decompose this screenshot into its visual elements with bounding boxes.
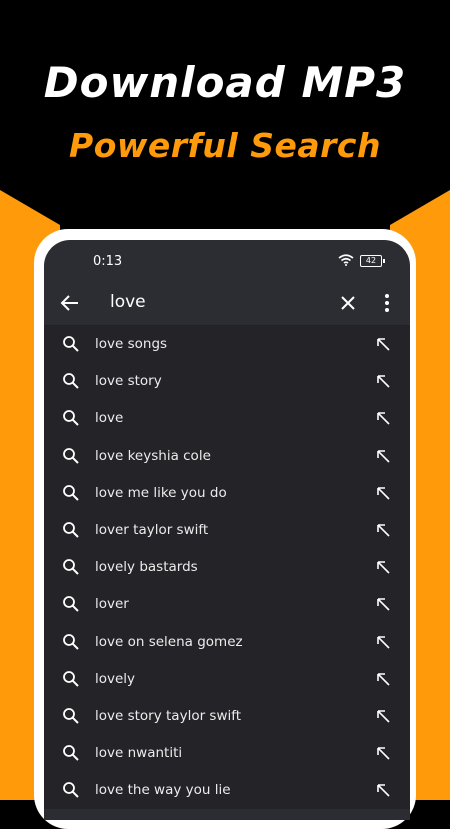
suggestion-item[interactable]: love: [44, 400, 410, 437]
search-icon: [63, 782, 79, 798]
search-icon: [63, 336, 79, 352]
suggestion-label: love the way you lie: [95, 782, 231, 799]
status-time: 0:13: [93, 254, 123, 269]
suggestion-item[interactable]: lovely bastards: [44, 549, 410, 586]
search-icon: [63, 559, 79, 575]
battery-level: 42: [365, 256, 377, 265]
fill-query-arrow-icon[interactable]: [376, 635, 390, 649]
fill-query-arrow-icon[interactable]: [376, 560, 390, 574]
suggestion-label: love songs: [95, 336, 168, 352]
suggestion-label: love me like you do: [95, 484, 227, 501]
more-options-icon[interactable]: [381, 292, 393, 314]
search-bar: love: [44, 282, 410, 326]
search-icon: [63, 410, 79, 427]
search-icon: [63, 447, 79, 464]
wifi-icon: [338, 254, 354, 266]
suggestion-item[interactable]: love keyshia cole: [44, 438, 410, 475]
suggestion-item[interactable]: lover: [44, 586, 410, 623]
suggestion-label: love keyshia cole: [95, 447, 211, 464]
search-icon: [63, 484, 79, 501]
fill-query-arrow-icon[interactable]: [376, 783, 390, 797]
headline-title: Download MP3: [43, 58, 407, 107]
fill-query-arrow-icon[interactable]: [376, 672, 390, 686]
suggestion-item[interactable]: love story taylor swift: [44, 698, 410, 735]
suggestion-label: love story: [95, 373, 162, 390]
search-icon: [63, 633, 79, 650]
fill-query-arrow-icon[interactable]: [376, 486, 390, 500]
suggestion-label: lovely: [95, 670, 136, 687]
suggestion-label: love on selena gomez: [95, 633, 243, 650]
fill-query-arrow-icon[interactable]: [376, 746, 390, 760]
suggestion-item[interactable]: love on selena gomez: [44, 624, 410, 661]
suggestion-item[interactable]: love me like you do: [44, 475, 410, 512]
fill-query-arrow-icon[interactable]: [376, 374, 390, 388]
search-icon: [63, 670, 79, 687]
fill-query-arrow-icon[interactable]: [376, 597, 390, 611]
suggestion-label: love: [95, 410, 124, 427]
suggestion-item[interactable]: love nwantiti: [44, 735, 410, 772]
back-arrow-icon[interactable]: [59, 292, 81, 314]
search-icon: [63, 745, 79, 761]
suggestion-label: lover taylor swift: [95, 521, 209, 538]
status-bar: 0:13 42: [44, 240, 410, 282]
fill-query-arrow-icon[interactable]: [376, 709, 390, 723]
suggestion-label: lover: [95, 596, 129, 613]
suggestion-label: lovely bastards: [95, 559, 198, 576]
suggestion-item[interactable]: lovely: [44, 661, 410, 698]
suggestion-item[interactable]: love songs: [44, 326, 410, 363]
search-icon: [63, 522, 79, 538]
clear-search-icon[interactable]: [337, 292, 359, 314]
phone-screen: 0:13 42 love love songs love story love …: [44, 240, 410, 820]
suggestion-item[interactable]: love the way you lie: [44, 772, 410, 809]
suggestion-label: love story taylor swift: [95, 707, 242, 724]
suggestion-label: love nwantiti: [95, 745, 183, 762]
suggestion-item[interactable]: love story: [44, 363, 410, 400]
fill-query-arrow-icon[interactable]: [376, 337, 390, 351]
search-icon: [63, 707, 79, 724]
search-input[interactable]: love: [110, 292, 146, 312]
search-icon: [63, 596, 79, 613]
search-icon: [63, 373, 79, 389]
suggestion-list: love songs love story love love keyshia …: [44, 326, 410, 810]
fill-query-arrow-icon[interactable]: [376, 411, 390, 425]
suggestion-item[interactable]: lover taylor swift: [44, 512, 410, 549]
headline-subtitle: Powerful Search: [69, 126, 381, 165]
fill-query-arrow-icon[interactable]: [376, 523, 390, 537]
fill-query-arrow-icon[interactable]: [376, 449, 390, 463]
battery-icon: 42: [360, 255, 385, 267]
